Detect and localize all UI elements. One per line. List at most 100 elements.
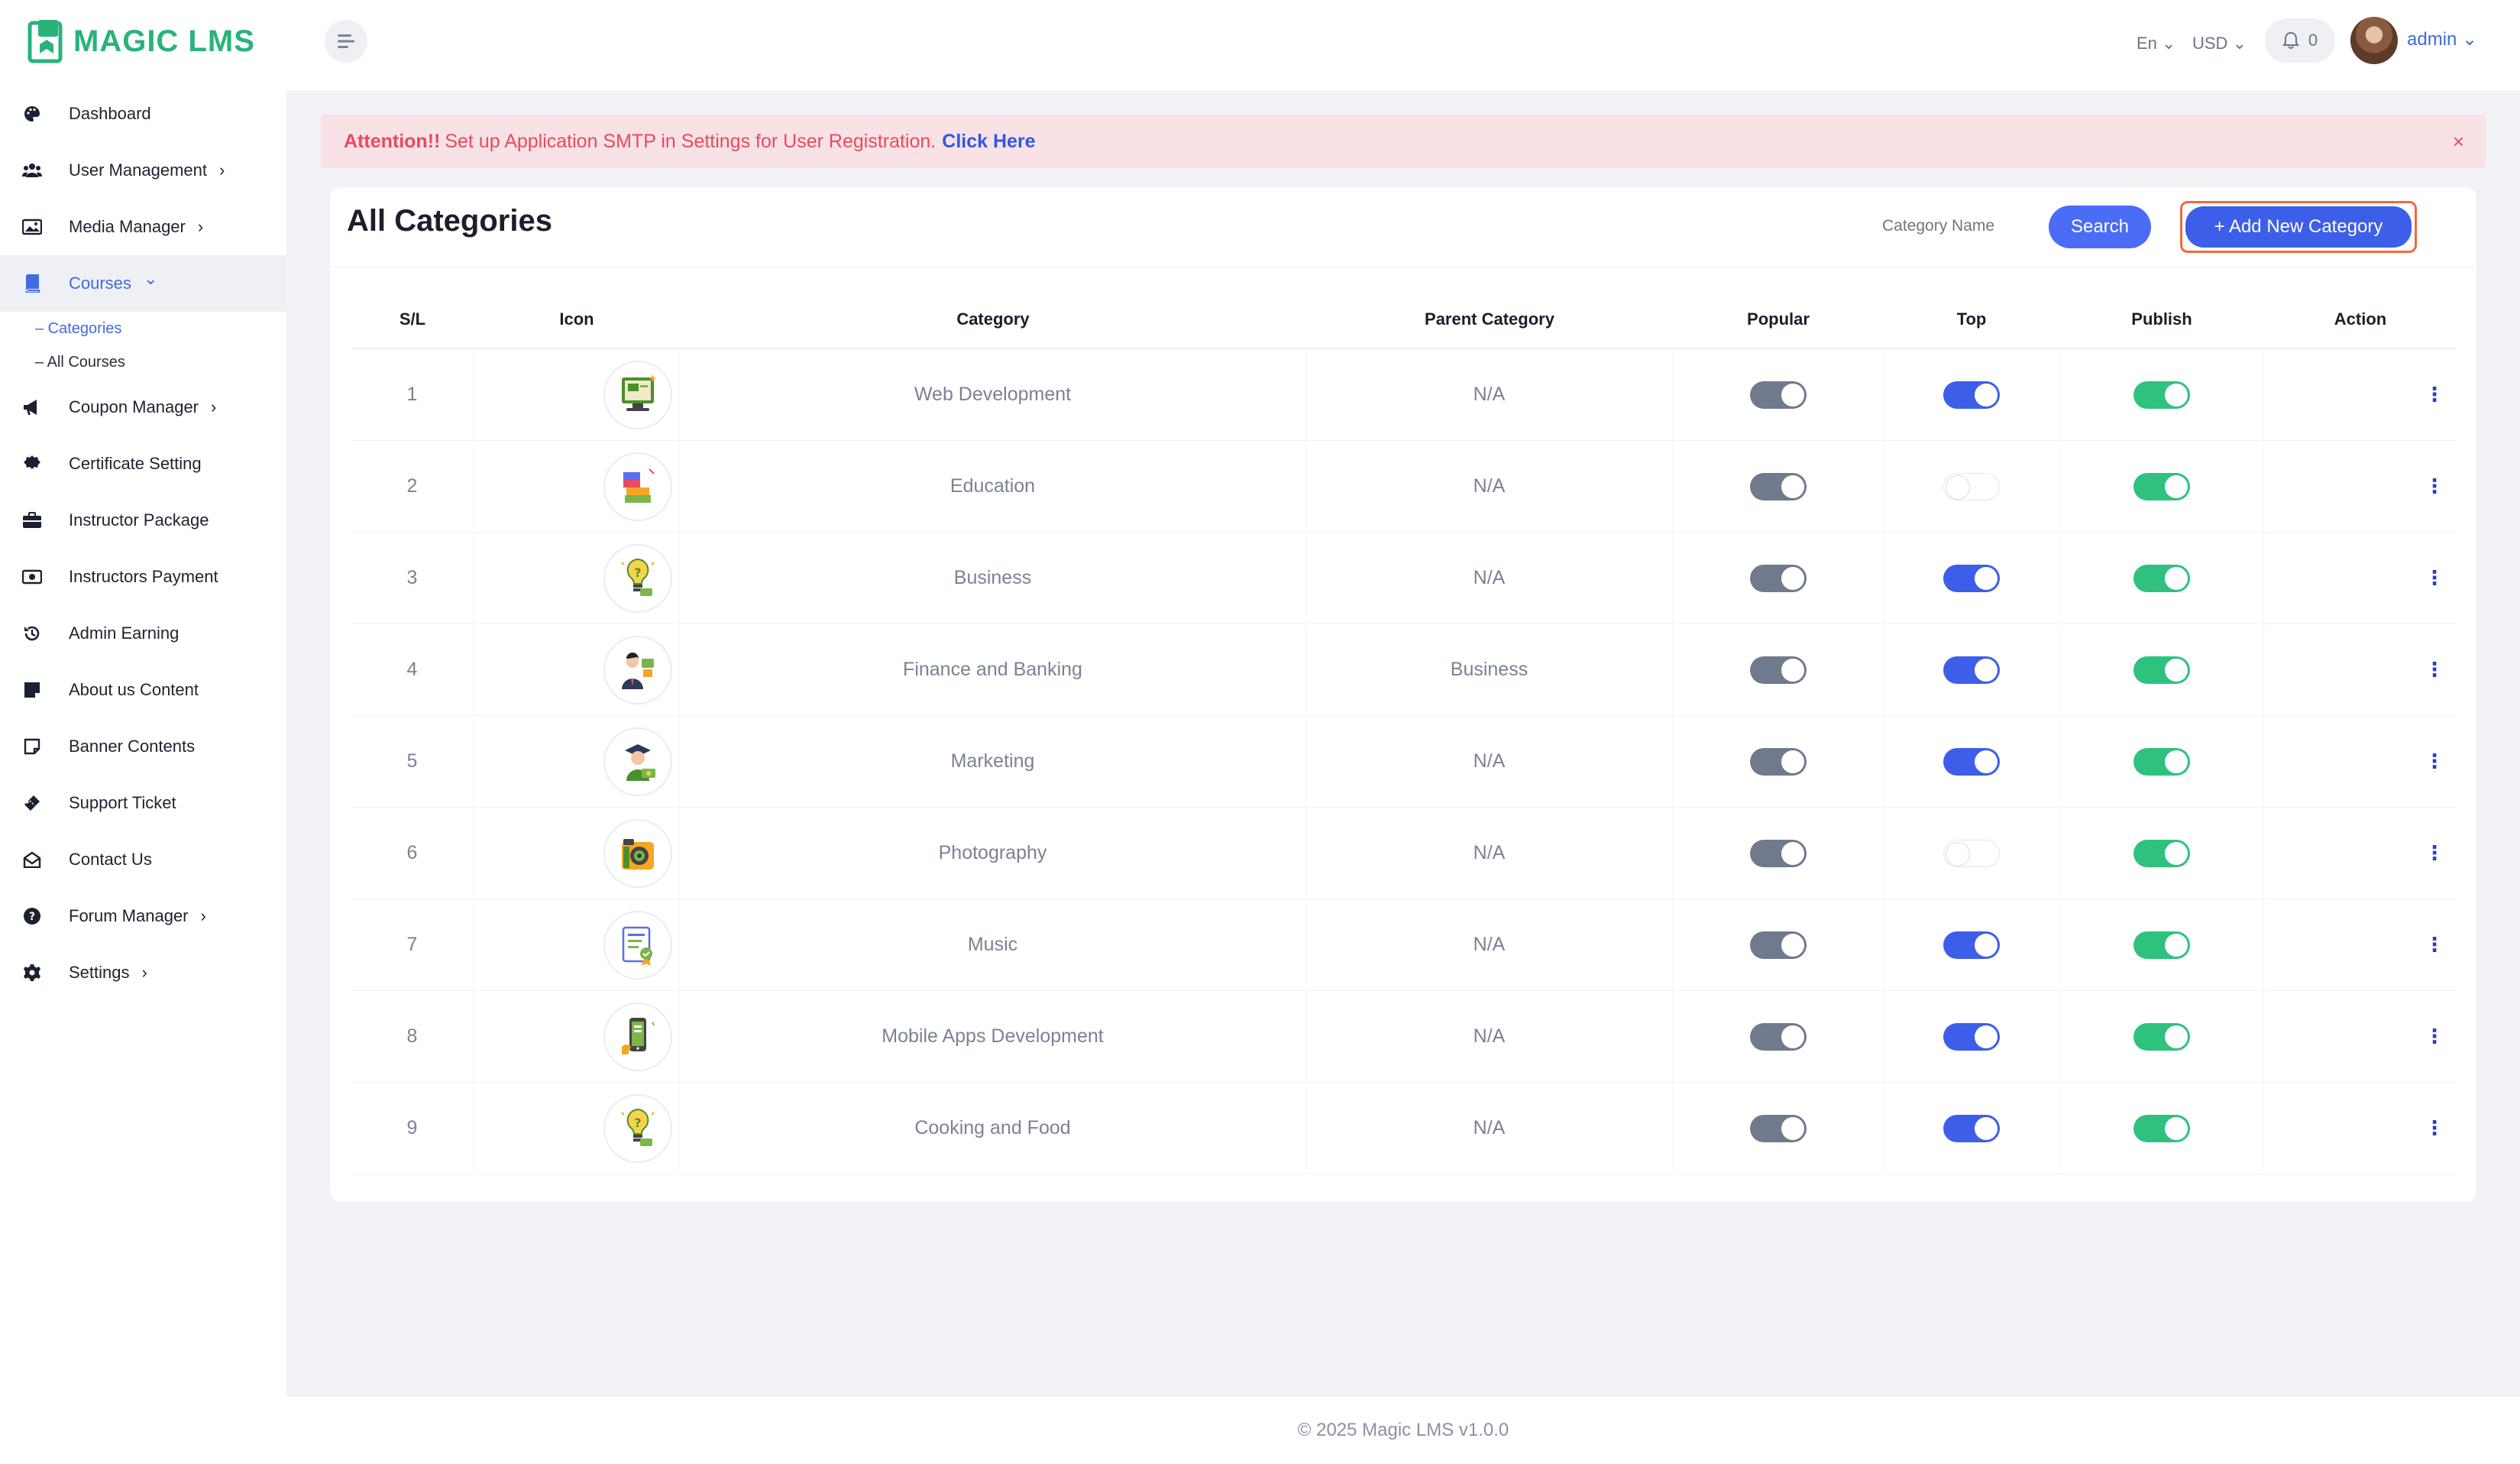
toggle-knob — [2164, 841, 2188, 865]
publish-toggle[interactable] — [2133, 472, 2190, 500]
sidebar-item-user-management[interactable]: User Management › — [0, 142, 286, 199]
toggle-knob — [1781, 841, 1804, 865]
currency-select[interactable]: USD ⌄ — [2192, 34, 2247, 53]
popular-toggle[interactable] — [1749, 472, 1807, 500]
row-category-name: Finance and Banking — [680, 624, 1306, 715]
popular-toggle[interactable] — [1749, 931, 1807, 959]
close-icon[interactable]: × — [2453, 130, 2464, 154]
row-top-cell — [1884, 991, 2059, 1082]
more-vertical-icon[interactable]: ⋮ — [2425, 933, 2444, 957]
user-menu[interactable]: admin ⌄ — [2407, 28, 2477, 50]
top-toggle[interactable] — [1943, 564, 2000, 592]
sidebar-item-label: Admin Earning — [69, 623, 180, 643]
toggle-knob — [2164, 383, 2188, 406]
publish-toggle[interactable] — [2133, 1022, 2190, 1051]
books-stack-icon — [603, 452, 672, 521]
top-toggle[interactable] — [1943, 839, 2000, 867]
top-toggle[interactable] — [1943, 472, 2000, 500]
sidebar-item-coupon-manager[interactable]: Coupon Manager › — [0, 379, 286, 436]
sidebar-item-courses[interactable]: Courses ⌄ — [0, 255, 286, 312]
sidebar-item-banner-contents[interactable]: Banner Contents — [0, 718, 286, 775]
column-header-parent-category: Parent Category — [1425, 309, 1554, 329]
top-toggle[interactable] — [1943, 381, 2000, 409]
sidebar-subitem-all-courses[interactable]: – All Courses — [0, 345, 286, 379]
publish-toggle[interactable] — [2133, 656, 2190, 684]
sidebar-item-settings[interactable]: Settings › — [0, 944, 286, 1001]
table-row: 1 Web Development N/A ⋮ — [351, 349, 2457, 441]
top-toggle[interactable] — [1943, 1114, 2000, 1142]
popular-toggle[interactable] — [1749, 839, 1807, 867]
row-parent-category: N/A — [1306, 899, 1673, 990]
more-vertical-icon[interactable]: ⋮ — [2425, 1025, 2444, 1048]
row-icon-cell — [474, 808, 680, 899]
sidebar-item-label: Certificate Setting — [69, 454, 202, 473]
publish-toggle[interactable] — [2133, 747, 2190, 776]
sidebar-item-instructors-payment[interactable]: Instructors Payment — [0, 549, 286, 605]
top-toggle[interactable] — [1943, 656, 2000, 684]
avatar[interactable] — [2350, 17, 2398, 64]
more-vertical-icon[interactable]: ⋮ — [2425, 841, 2444, 865]
top-toggle[interactable] — [1943, 747, 2000, 776]
search-button[interactable]: Search — [2049, 206, 2151, 248]
sidebar-item-support-ticket[interactable]: Support Ticket — [0, 775, 286, 831]
menu-toggle-button[interactable] — [325, 20, 367, 63]
top-toggle[interactable] — [1943, 931, 2000, 959]
lightbulb-money-icon: ? — [603, 1093, 672, 1163]
popular-toggle[interactable] — [1749, 564, 1807, 592]
sidebar-item-certificate-setting[interactable]: Certificate Setting — [0, 436, 286, 492]
more-vertical-icon[interactable]: ⋮ — [2425, 658, 2444, 682]
sidebar-item-label: Forum Manager — [69, 906, 189, 925]
sidebar-item-contact-us[interactable]: Contact Us — [0, 831, 286, 888]
sidebar-item-media-manager[interactable]: Media Manager › — [0, 199, 286, 255]
add-new-category-button[interactable]: + Add New Category — [2185, 206, 2412, 248]
publish-toggle[interactable] — [2133, 839, 2190, 867]
toggle-knob — [2164, 1116, 2188, 1140]
sidebar-item-about-us-content[interactable]: About us Content — [0, 662, 286, 718]
notifications-button[interactable]: 0 — [2265, 18, 2335, 63]
popular-toggle[interactable] — [1749, 381, 1807, 409]
category-search-input[interactable] — [1875, 206, 2027, 247]
popular-toggle[interactable] — [1749, 1022, 1807, 1051]
more-vertical-icon[interactable]: ⋮ — [2425, 383, 2444, 406]
popular-toggle[interactable] — [1749, 747, 1807, 776]
sidebar-item-label: Banner Contents — [69, 737, 196, 756]
toggle-knob — [1974, 1116, 1998, 1140]
sidebar-item-instructor-package[interactable]: Instructor Package — [0, 492, 286, 549]
toggle-knob — [1974, 383, 1998, 406]
row-action-cell: ⋮ — [2264, 533, 2457, 623]
language-select[interactable]: En ⌄ — [2137, 34, 2175, 53]
top-toggle[interactable] — [1943, 1022, 2000, 1051]
book-icon — [21, 273, 43, 294]
more-vertical-icon[interactable]: ⋮ — [2425, 750, 2444, 773]
row-serial: 7 — [351, 899, 474, 990]
sidebar-item-forum-manager[interactable]: ? Forum Manager › — [0, 888, 286, 944]
row-icon-cell — [474, 441, 680, 532]
ticket-icon — [21, 792, 43, 814]
alert-strong: Attention!! — [344, 130, 441, 152]
row-popular-cell — [1673, 1083, 1884, 1174]
more-vertical-icon[interactable]: ⋮ — [2425, 1116, 2444, 1140]
row-action-cell: ⋮ — [2264, 624, 2457, 715]
toggle-knob — [1974, 1025, 1998, 1048]
publish-toggle[interactable] — [2133, 931, 2190, 959]
publish-toggle[interactable] — [2133, 564, 2190, 592]
sidebar-item-label: Coupon Manager — [69, 397, 199, 416]
user-name: admin — [2407, 29, 2457, 50]
more-vertical-icon[interactable]: ⋮ — [2425, 566, 2444, 590]
popular-toggle[interactable] — [1749, 1114, 1807, 1142]
publish-toggle[interactable] — [2133, 1114, 2190, 1142]
sidebar-item-admin-earning[interactable]: Admin Earning — [0, 605, 286, 662]
toggle-knob — [1781, 658, 1804, 682]
sidebar-item-dashboard[interactable]: Dashboard — [0, 86, 286, 142]
sidebar-item-label: Contact Us — [69, 850, 152, 869]
publish-toggle[interactable] — [2133, 381, 2190, 409]
row-top-cell — [1884, 533, 2059, 623]
chevron-down-icon: ⌄ — [2227, 34, 2247, 53]
app-logo[interactable]: MAGIC LMS — [27, 17, 255, 66]
popular-toggle[interactable] — [1749, 656, 1807, 684]
toggle-knob — [1781, 475, 1804, 498]
sidebar-subitem-categories[interactable]: – Categories — [0, 312, 286, 345]
sidebar-nav: Dashboard User Management › Media Manager › C… — [0, 86, 286, 1001]
more-vertical-icon[interactable]: ⋮ — [2425, 475, 2444, 498]
alert-link[interactable]: Click Here — [942, 131, 1035, 153]
